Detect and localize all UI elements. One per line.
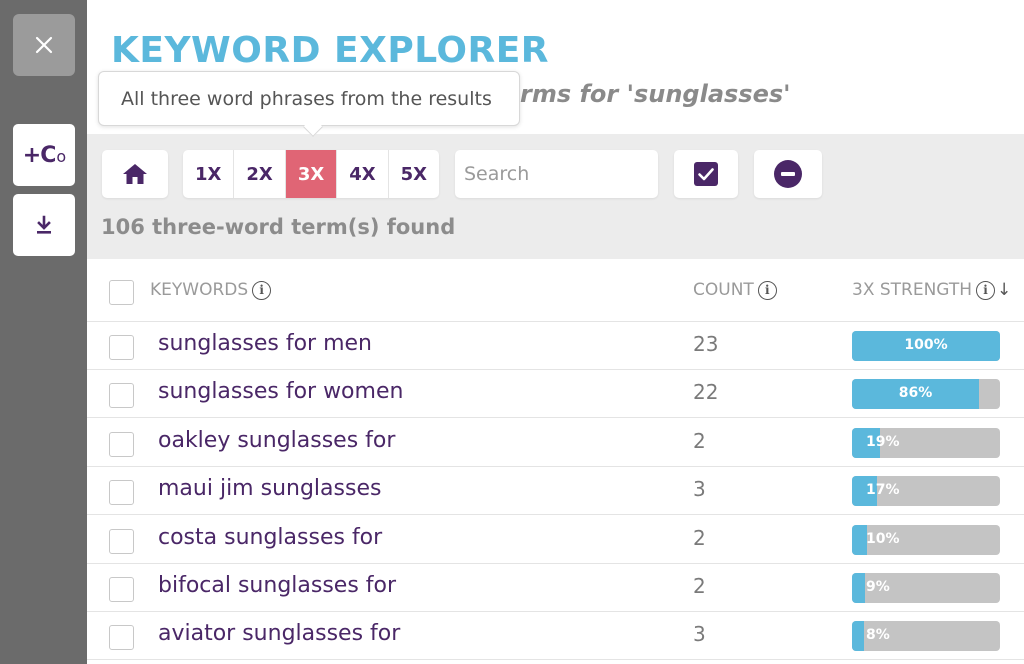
home-button[interactable] [102,150,168,198]
keyword-link[interactable]: sunglasses for women [158,379,403,404]
table-row: bifocal sunglasses for 2 9% [87,564,1024,612]
keyword-count: 22 [693,380,719,405]
word-count-selector: 1X 2X 3X 4X 5X [183,150,439,198]
sort-down-icon[interactable]: ↓ [997,280,1011,300]
row-checkbox[interactable] [109,528,134,554]
keyword-count: 3 [693,477,706,502]
strength-bar: 8% [852,621,1000,652]
keywords-column-header[interactable]: KEYWORDS i [150,280,272,300]
table-row: costa sunglasses for 2 10% [87,516,1024,564]
download-button[interactable] [13,194,75,256]
left-rail: +Co [0,0,87,664]
strength-bar: 10% [852,524,1000,555]
select-all-checkbox[interactable] [109,280,134,305]
strength-bar-fill [852,573,865,603]
row-checkbox[interactable] [109,335,134,360]
table-row: sunglasses for women 22 86% [87,370,1024,419]
strength-label: 8% [866,627,890,644]
close-button[interactable] [13,14,75,76]
tooltip: All three word phrases from the results [98,71,520,126]
word-count-5x-button[interactable]: 5X [389,150,439,198]
strength-bar: 17% [852,476,1000,507]
add-competitor-label: +Co [22,142,66,168]
keyword-count: 23 [693,332,719,356]
table-row: aviator sunglasses for 3 8% [87,612,1024,661]
strength-label: 86% [898,385,933,402]
row-checkbox[interactable] [109,431,134,457]
row-checkbox[interactable] [109,480,134,506]
strength-bar: 9% [852,573,1000,603]
close-icon [35,36,53,54]
table-row: oakley sunglasses for 2 19% [87,419,1024,467]
search-input[interactable] [455,150,658,198]
strength-bar: 100% [852,331,1000,361]
keyword-link[interactable]: oakley sunglasses for [158,428,395,453]
home-icon [123,164,147,184]
minus-circle-icon [774,160,802,188]
strength-label: 100% [904,337,948,353]
keyword-link[interactable]: aviator sunglasses for [158,621,400,646]
keyword-count: 3 [693,622,706,647]
word-count-1x-button[interactable]: 1X [183,150,235,198]
strength-label: 17% [866,482,900,499]
keyword-link[interactable]: bifocal sunglasses for [158,573,396,598]
keyword-count: 2 [693,428,706,453]
strength-header-label: 3X STRENGTH [852,280,973,300]
strength-bar: 19% [852,427,1000,458]
strength-column-header[interactable]: 3X STRENGTH i ↓ [852,280,1011,300]
strength-label: 9% [866,579,890,595]
keyword-link[interactable]: sunglasses for men [158,331,372,356]
keywords-header-label: KEYWORDS [150,280,249,300]
info-icon[interactable]: i [976,280,996,300]
row-checkbox[interactable] [109,383,134,409]
keyword-link[interactable]: maui jim sunglasses [158,476,381,501]
download-icon [37,215,51,234]
strength-label: 10% [866,530,900,547]
keyword-count: 2 [693,574,706,598]
add-competitor-button[interactable]: +Co [13,124,75,186]
strength-bar-fill [852,621,864,652]
word-count-4x-button[interactable]: 4X [337,150,389,198]
results-count: 106 three-word term(s) found [101,215,456,239]
row-checkbox[interactable] [109,577,134,602]
keyword-count: 2 [693,525,706,550]
checkbox-checked-icon [694,162,718,186]
row-checkbox[interactable] [109,625,134,651]
count-header-label: COUNT [693,280,754,300]
strength-bar-fill [852,524,867,555]
count-column-header[interactable]: COUNT i [693,280,777,300]
select-all-button[interactable] [674,150,738,198]
page-title: KEYWORD EXPLORER [111,30,550,71]
strength-bar: 86% [852,379,1000,410]
table-row: sunglasses for men 23 100% [87,322,1024,370]
table-row: maui jim sunglasses 3 17% [87,467,1024,516]
info-icon[interactable]: i [252,280,272,300]
keyword-link[interactable]: costa sunglasses for [158,525,382,550]
info-icon[interactable]: i [757,280,777,300]
word-count-2x-button[interactable]: 2X [234,150,286,198]
page-subtitle: rms for 'sunglasses' [520,80,791,108]
table-header: KEYWORDS i COUNT i 3X STRENGTH i ↓ [87,260,1024,322]
strength-label: 19% [866,433,900,450]
word-count-3x-button[interactable]: 3X [285,150,338,198]
deselect-button[interactable] [754,150,822,198]
